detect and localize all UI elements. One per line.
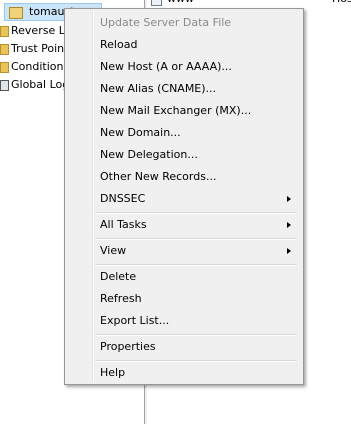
menu-item-help[interactable]: Help [67, 362, 301, 384]
menu-item-new-alias[interactable]: New Alias (CNAME)... [67, 78, 301, 100]
record-icon [151, 0, 162, 6]
menu-item-label: Reload [100, 38, 138, 51]
menu-item-properties[interactable]: Properties [67, 336, 301, 358]
zone-icon [9, 7, 23, 19]
menu-item-new-mail-exchanger[interactable]: New Mail Exchanger (MX)... [67, 100, 301, 122]
menu-item-label: All Tasks [100, 218, 147, 231]
record-name: www [167, 0, 194, 6]
menu-item-view[interactable]: View [67, 240, 301, 262]
menu-item-update-server-data-file: Update Server Data File [67, 12, 301, 34]
folder-icon [0, 43, 9, 55]
menu-item-label: View [100, 244, 127, 257]
menu-item-label: Help [100, 366, 126, 379]
tree-item-conditional-forwarders[interactable]: Conditional [0, 58, 73, 75]
menu-item-label: DNSSEC [100, 192, 146, 205]
menu-item-label: Refresh [100, 292, 142, 305]
context-menu: Update Server Data File Reload New Host … [64, 8, 304, 385]
folder-icon [0, 61, 9, 73]
menu-item-label: Other New Records... [100, 170, 217, 183]
tree-item-reverse-lookup[interactable]: Reverse Lo [0, 22, 71, 39]
menu-item-new-host[interactable]: New Host (A or AAAA)... [67, 56, 301, 78]
menu-item-label: Properties [100, 340, 156, 353]
menu-item-new-domain[interactable]: New Domain... [67, 122, 301, 144]
tree-item-trust-points[interactable]: Trust Point [0, 40, 68, 57]
submenu-arrow-icon [287, 222, 291, 228]
menu-item-label: New Domain... [100, 126, 181, 139]
menu-item-label: New Mail Exchanger (MX)... [100, 104, 252, 117]
log-icon [0, 79, 9, 91]
menu-item-all-tasks[interactable]: All Tasks [67, 214, 301, 236]
menu-item-label: Update Server Data File [100, 16, 232, 29]
menu-item-label: Delete [100, 270, 137, 283]
submenu-arrow-icon [287, 196, 291, 202]
menu-item-other-new-records[interactable]: Other New Records... [67, 166, 301, 188]
tree-item-label: Global Log [11, 78, 70, 91]
folder-icon [0, 25, 9, 37]
menu-item-refresh[interactable]: Refresh [67, 288, 301, 310]
menu-item-dnssec[interactable]: DNSSEC [67, 188, 301, 210]
tree-item-label: Reverse Lo [11, 24, 72, 37]
record-type: Hos [332, 0, 351, 6]
menu-item-new-delegation[interactable]: New Delegation... [67, 144, 301, 166]
menu-item-reload[interactable]: Reload [67, 34, 301, 56]
submenu-arrow-icon [287, 248, 291, 254]
tree-item-global-logs[interactable]: Global Log [0, 76, 69, 93]
menu-item-export-list[interactable]: Export List... [67, 310, 301, 332]
menu-item-label: New Host (A or AAAA)... [100, 60, 232, 73]
menu-item-label: Export List... [100, 314, 170, 327]
menu-item-delete[interactable]: Delete [67, 266, 301, 288]
menu-item-label: New Alias (CNAME)... [100, 82, 217, 95]
menu-item-label: New Delegation... [100, 148, 198, 161]
tree-item-label: Trust Point [11, 42, 69, 55]
